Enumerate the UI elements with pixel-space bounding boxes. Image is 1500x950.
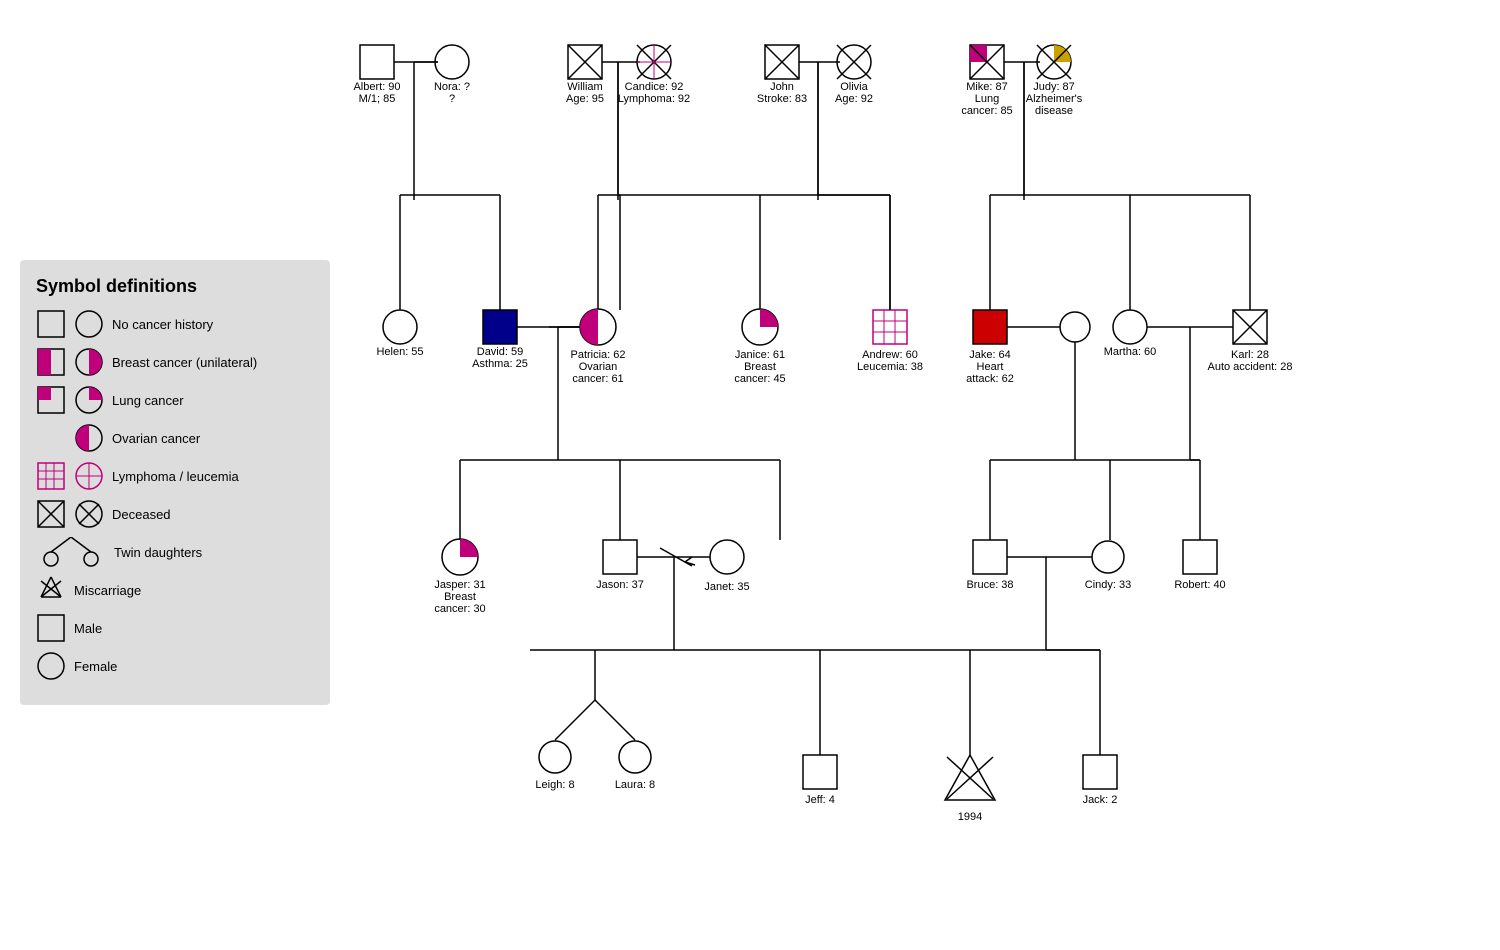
legend-lymphoma: Lymphoma / leucemia — [36, 461, 314, 491]
legend-ovarian-cancer: Ovarian cancer — [36, 423, 314, 453]
jason-label: Jason: 37 — [596, 579, 644, 591]
pedigree-chart: text { font-family: Arial, sans-serif; f… — [330, 0, 1490, 950]
cindy-label: Cindy: 33 — [1085, 579, 1131, 591]
legend-male: Male — [36, 613, 314, 643]
patricia-detail2: cancer: 61 — [572, 373, 623, 385]
david-label: David: 59 — [477, 346, 523, 358]
albert-label: Albert: 90 — [353, 81, 400, 93]
william-detail: Age: 95 — [566, 93, 604, 105]
legend-male-label: Male — [74, 621, 102, 636]
jake-detail: Heart — [977, 361, 1004, 373]
albert-detail: M/1; 85 — [359, 93, 396, 105]
cindy-symbol — [1092, 541, 1124, 573]
candice-detail: Lymphoma: 92 — [618, 93, 690, 105]
legend-miscarriage: Miscarriage — [36, 575, 314, 605]
albert-symbol — [360, 45, 394, 79]
judy-detail2: disease — [1035, 105, 1073, 117]
jake-label: Jake: 64 — [969, 349, 1011, 361]
legend-no-cancer: No cancer history — [36, 309, 314, 339]
jasper-detail2: cancer: 30 — [434, 603, 485, 615]
karl-detail: Auto accident: 28 — [1207, 361, 1292, 373]
leigh-symbol — [539, 741, 571, 773]
janet-label: Janet: 35 — [704, 581, 749, 593]
legend-lung-cancer-label: Lung cancer — [112, 393, 184, 408]
mike-detail2: cancer: 85 — [961, 105, 1012, 117]
legend-panel: Symbol definitions No cancer history Bre… — [20, 260, 330, 705]
robert-label: Robert: 40 — [1174, 579, 1225, 591]
martha-label: Martha: 60 — [1104, 346, 1157, 358]
jack-symbol — [1083, 755, 1117, 789]
william-label: William — [567, 81, 602, 93]
legend-breast-cancer: Breast cancer (unilateral) — [36, 347, 314, 377]
legend-title: Symbol definitions — [36, 276, 314, 297]
jake-detail2: attack: 62 — [966, 373, 1014, 385]
nora-symbol — [435, 45, 469, 79]
david-detail: Asthma: 25 — [472, 358, 528, 370]
john-label: John — [770, 81, 794, 93]
janice-label: Janice: 61 — [735, 349, 785, 361]
jack-label: Jack: 2 — [1083, 794, 1118, 806]
leigh-label: Leigh: 8 — [535, 779, 574, 791]
nora-label: Nora: ? — [434, 81, 470, 93]
legend-ovarian-label: Ovarian cancer — [112, 431, 200, 446]
david-symbol — [483, 310, 517, 344]
olivia-detail: Age: 92 — [835, 93, 873, 105]
legend-female: Female — [36, 651, 314, 681]
andrew-label: Andrew: 60 — [862, 349, 918, 361]
helen-symbol — [383, 310, 417, 344]
patricia-label: Patricia: 62 — [570, 349, 625, 361]
olivia-label: Olivia — [840, 81, 868, 93]
miscarriage-label: 1994 — [958, 811, 982, 823]
jeff-symbol — [803, 755, 837, 789]
legend-twin-label: Twin daughters — [114, 545, 202, 560]
janice-detail2: cancer: 45 — [734, 373, 785, 385]
legend-lymphoma-label: Lymphoma / leucemia — [112, 469, 239, 484]
mike-detail: Lung — [975, 93, 999, 105]
janice-detail: Breast — [744, 361, 776, 373]
jason-symbol — [603, 540, 637, 574]
nora-detail: ? — [449, 93, 455, 105]
jake-wife-symbol — [1060, 312, 1090, 342]
helen-label: Helen: 55 — [376, 346, 423, 358]
legend-twin-daughters: Twin daughters — [36, 537, 314, 567]
jake-symbol — [973, 310, 1007, 344]
legend-lung-cancer: Lung cancer — [36, 385, 314, 415]
andrew-detail: Leucemia: 38 — [857, 361, 923, 373]
jeff-label: Jeff: 4 — [805, 794, 835, 806]
john-detail: Stroke: 83 — [757, 93, 807, 105]
janet-symbol — [710, 540, 744, 574]
legend-deceased: Deceased — [36, 499, 314, 529]
martha-symbol — [1113, 310, 1147, 344]
bruce-symbol — [973, 540, 1007, 574]
patricia-detail: Ovarian — [579, 361, 618, 373]
mike-label: Mike: 87 — [966, 81, 1008, 93]
robert-symbol — [1183, 540, 1217, 574]
candice-label: Candice: 92 — [625, 81, 684, 93]
karl-label: Karl: 28 — [1231, 349, 1269, 361]
judy-detail: Alzheimer's — [1026, 93, 1083, 105]
jasper-label: Jasper: 31 — [434, 579, 485, 591]
andrew-symbol — [873, 310, 907, 344]
legend-female-label: Female — [74, 659, 117, 674]
legend-miscarriage-label: Miscarriage — [74, 583, 141, 598]
legend-no-cancer-label: No cancer history — [112, 317, 213, 332]
legend-deceased-label: Deceased — [112, 507, 171, 522]
legend-breast-cancer-label: Breast cancer (unilateral) — [112, 355, 257, 370]
judy-label: Judy: 87 — [1033, 81, 1075, 93]
laura-symbol — [619, 741, 651, 773]
laura-label: Laura: 8 — [615, 779, 655, 791]
jasper-detail: Breast — [444, 591, 476, 603]
bruce-label: Bruce: 38 — [966, 579, 1013, 591]
